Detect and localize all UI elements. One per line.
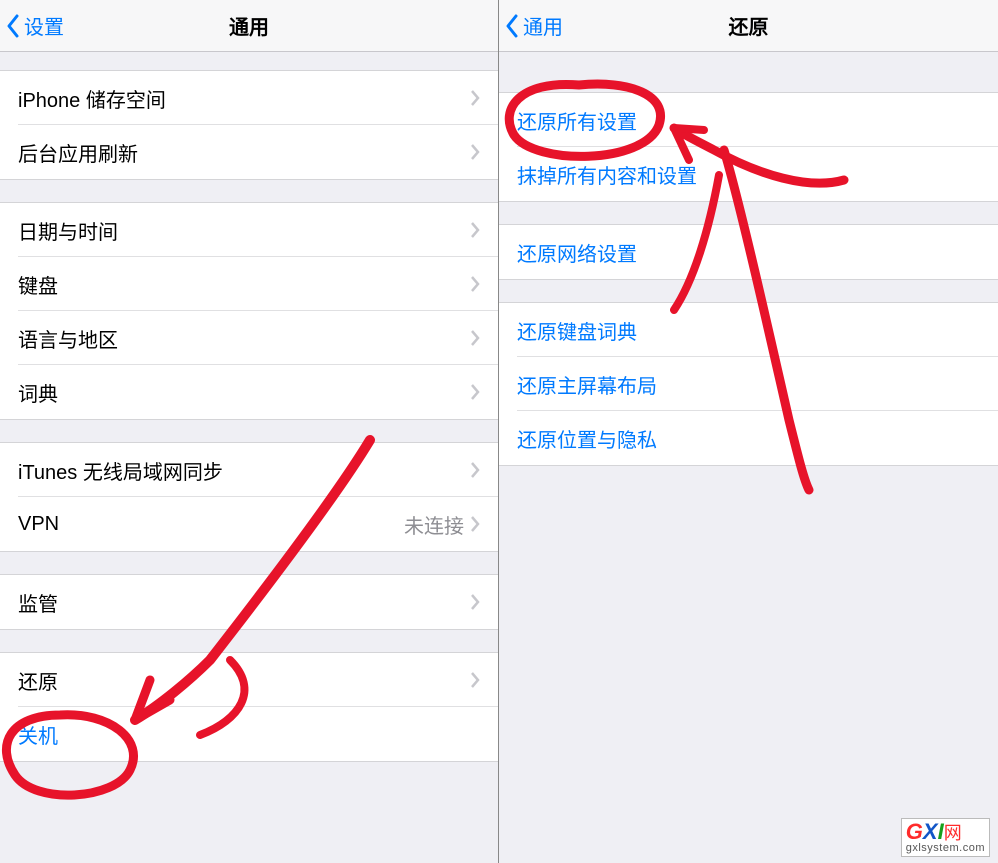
cell-itunes-wifi-sync[interactable]: iTunes 无线局域网同步 bbox=[0, 443, 498, 497]
cell-label: 词典 bbox=[18, 378, 58, 407]
cell-reset-keyboard-dict[interactable]: 还原键盘词典 bbox=[499, 303, 998, 357]
chevron-right-icon bbox=[470, 462, 480, 478]
watermark-sub: gxlsystem.com bbox=[906, 843, 985, 854]
chevron-right-icon bbox=[470, 276, 480, 292]
chevron-left-icon bbox=[505, 14, 519, 38]
group-reset-network: 还原网络设置 bbox=[499, 224, 998, 280]
cell-label: 监管 bbox=[18, 588, 58, 617]
chevron-right-icon bbox=[470, 144, 480, 160]
cell-label: 还原键盘词典 bbox=[517, 316, 637, 345]
group-reset: 还原 关机 bbox=[0, 652, 498, 762]
cell-keyboard[interactable]: 键盘 bbox=[0, 257, 498, 311]
cell-label: VPN bbox=[18, 513, 59, 536]
cell-reset-home-layout[interactable]: 还原主屏幕布局 bbox=[499, 357, 998, 411]
group-datetime: 日期与时间 键盘 语言与地区 词典 bbox=[0, 202, 498, 420]
page-title: 通用 bbox=[0, 11, 498, 40]
right-panel: 通用 还原 还原所有设置 抹掉所有内容和设置 还原网络设置 还原键盘词典 还原主… bbox=[499, 0, 998, 863]
back-button[interactable]: 通用 bbox=[499, 11, 563, 40]
cell-date-time[interactable]: 日期与时间 bbox=[0, 203, 498, 257]
cell-erase-all[interactable]: 抹掉所有内容和设置 bbox=[499, 147, 998, 201]
cell-label: 还原所有设置 bbox=[517, 106, 637, 135]
nav-bar: 通用 还原 bbox=[499, 0, 998, 52]
chevron-right-icon bbox=[470, 222, 480, 238]
watermark-cn: 网 bbox=[944, 823, 962, 843]
cell-label: 还原位置与隐私 bbox=[517, 424, 657, 453]
cell-label: 日期与时间 bbox=[18, 216, 118, 245]
chevron-right-icon bbox=[470, 330, 480, 346]
chevron-right-icon bbox=[470, 516, 480, 532]
cell-label: 还原主屏幕布局 bbox=[517, 370, 657, 399]
cell-label: 后台应用刷新 bbox=[18, 138, 138, 167]
cell-label: 关机 bbox=[18, 720, 58, 749]
cell-label: 抹掉所有内容和设置 bbox=[517, 160, 697, 189]
cell-vpn[interactable]: VPN 未连接 bbox=[0, 497, 498, 551]
cell-language-region[interactable]: 语言与地区 bbox=[0, 311, 498, 365]
cell-detail: 未连接 bbox=[404, 510, 464, 539]
cell-dictionary[interactable]: 词典 bbox=[0, 365, 498, 419]
back-label: 通用 bbox=[523, 11, 563, 40]
group-itunes: iTunes 无线局域网同步 VPN 未连接 bbox=[0, 442, 498, 552]
group-storage: iPhone 储存空间 后台应用刷新 bbox=[0, 70, 498, 180]
chevron-right-icon bbox=[470, 90, 480, 106]
chevron-right-icon bbox=[470, 384, 480, 400]
left-panel: 设置 通用 iPhone 储存空间 后台应用刷新 日期与时间 键盘 语言与地区 bbox=[0, 0, 499, 863]
nav-bar: 设置 通用 bbox=[0, 0, 498, 52]
back-label: 设置 bbox=[24, 11, 64, 40]
cell-shutdown[interactable]: 关机 bbox=[0, 707, 498, 761]
watermark-g: G bbox=[906, 819, 923, 844]
cell-supervision[interactable]: 监管 bbox=[0, 575, 498, 629]
cell-iphone-storage[interactable]: iPhone 储存空间 bbox=[0, 71, 498, 125]
cell-reset-location-privacy[interactable]: 还原位置与隐私 bbox=[499, 411, 998, 465]
page-title: 还原 bbox=[499, 11, 998, 40]
cell-label: 语言与地区 bbox=[18, 324, 118, 353]
cell-label: iPhone 储存空间 bbox=[18, 84, 166, 113]
watermark: GXI网 gxlsystem.com bbox=[901, 818, 990, 857]
chevron-left-icon bbox=[6, 14, 20, 38]
cell-reset-network[interactable]: 还原网络设置 bbox=[499, 225, 998, 279]
cell-label: iTunes 无线局域网同步 bbox=[18, 456, 223, 485]
group-reset-main: 还原所有设置 抹掉所有内容和设置 bbox=[499, 92, 998, 202]
cell-label: 还原网络设置 bbox=[517, 238, 637, 267]
back-button[interactable]: 设置 bbox=[0, 11, 64, 40]
chevron-right-icon bbox=[470, 594, 480, 610]
cell-label: 键盘 bbox=[18, 270, 58, 299]
group-reset-other: 还原键盘词典 还原主屏幕布局 还原位置与隐私 bbox=[499, 302, 998, 466]
cell-label: 还原 bbox=[18, 666, 58, 695]
cell-background-refresh[interactable]: 后台应用刷新 bbox=[0, 125, 498, 179]
group-supervision: 监管 bbox=[0, 574, 498, 630]
watermark-x: X bbox=[923, 819, 938, 844]
cell-reset-all-settings[interactable]: 还原所有设置 bbox=[499, 93, 998, 147]
cell-reset[interactable]: 还原 bbox=[0, 653, 498, 707]
chevron-right-icon bbox=[470, 672, 480, 688]
